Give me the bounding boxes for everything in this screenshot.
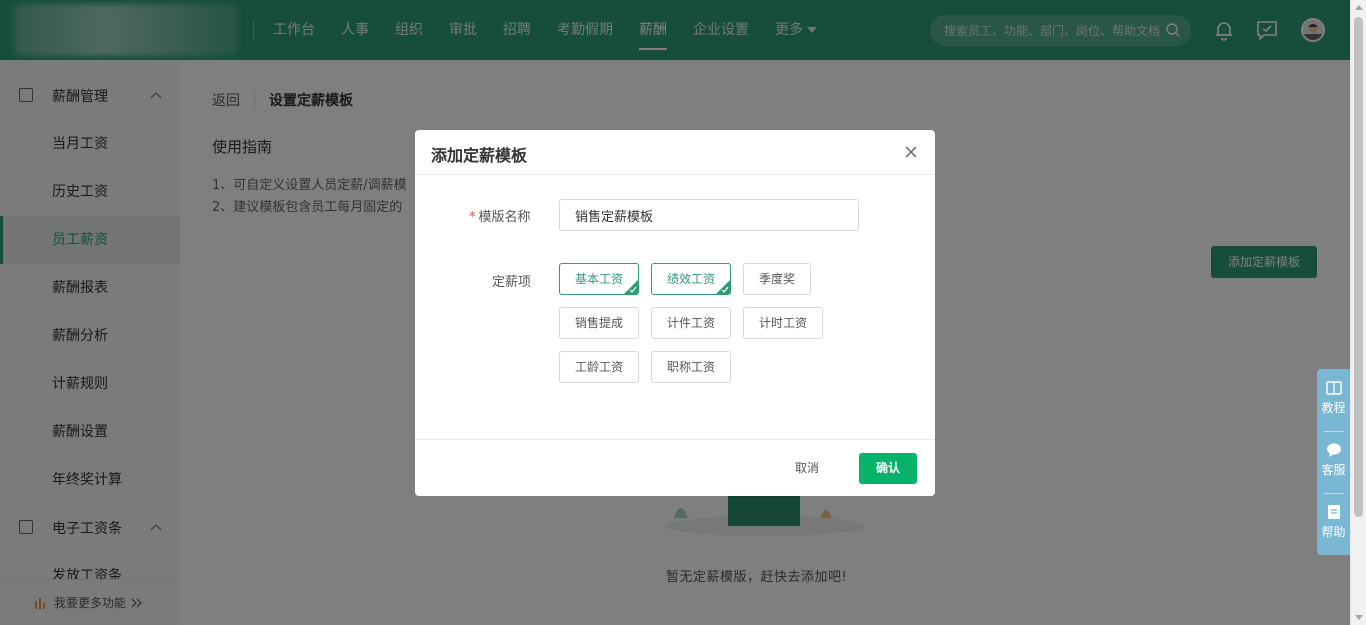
confirm-button[interactable]: 确认 [859, 453, 917, 484]
tag-label: 工龄工资 [574, 360, 623, 374]
template-name-input[interactable] [559, 199, 859, 231]
tag-label: 绩效工资 [666, 272, 715, 286]
scroll-thumb[interactable] [1354, 17, 1363, 517]
book-icon [1325, 381, 1342, 395]
template-name-label: * 模版名称 [469, 206, 531, 225]
help-label: 帮助 [1321, 525, 1346, 539]
tag-label: 计时工资 [758, 316, 807, 330]
document-icon [1327, 505, 1340, 519]
customer-service-label: 客服 [1321, 463, 1346, 477]
tag-piece-rate[interactable]: 计件工资 [651, 307, 731, 339]
tag-title-pay[interactable]: 职称工资 [651, 351, 731, 383]
scroll-up-arrow-icon[interactable] [1355, 5, 1363, 10]
required-mark: * [469, 210, 476, 225]
tag-hourly-wage[interactable]: 计时工资 [743, 307, 823, 339]
tag-label: 计件工资 [666, 316, 715, 330]
salary-items-label: 定薪项 [492, 275, 532, 290]
customer-service-button[interactable]: 客服 [1317, 431, 1350, 493]
chat-bubble-icon [1326, 443, 1341, 457]
tag-sales-commission[interactable]: 销售提成 [559, 307, 639, 339]
tag-seniority-pay[interactable]: 工龄工资 [559, 351, 639, 383]
modal-header: 添加定薪模板 [415, 130, 935, 175]
check-corner-icon [716, 280, 730, 294]
tag-quarterly-bonus[interactable]: 季度奖 [743, 263, 811, 295]
modal-title: 添加定薪模板 [431, 146, 528, 165]
floating-helper-panel: 教程 客服 帮助 [1317, 369, 1350, 555]
cancel-button[interactable]: 取消 [795, 459, 819, 476]
page-scrollbar[interactable] [1350, 0, 1366, 625]
tutorial-button[interactable]: 教程 [1317, 369, 1350, 431]
tag-label: 职称工资 [666, 360, 715, 374]
scroll-down-arrow-icon[interactable] [1355, 615, 1363, 620]
tag-label: 基本工资 [574, 272, 623, 286]
template-name-label-text: 模版名称 [478, 210, 531, 225]
check-corner-icon [624, 280, 638, 294]
tag-basic-salary[interactable]: 基本工资 [559, 263, 639, 295]
tag-label: 季度奖 [758, 272, 795, 286]
tag-label: 销售提成 [574, 316, 623, 330]
modal-footer: 取消 确认 [415, 439, 935, 496]
close-icon[interactable] [903, 144, 919, 160]
tutorial-label: 教程 [1321, 401, 1346, 415]
help-button[interactable]: 帮助 [1317, 493, 1350, 555]
tag-performance-salary[interactable]: 绩效工资 [651, 263, 731, 295]
add-template-modal: 添加定薪模板 *模版名称 定薪项 基本工资 绩效工资 季度奖 销售提成 计件工资… [415, 130, 935, 496]
